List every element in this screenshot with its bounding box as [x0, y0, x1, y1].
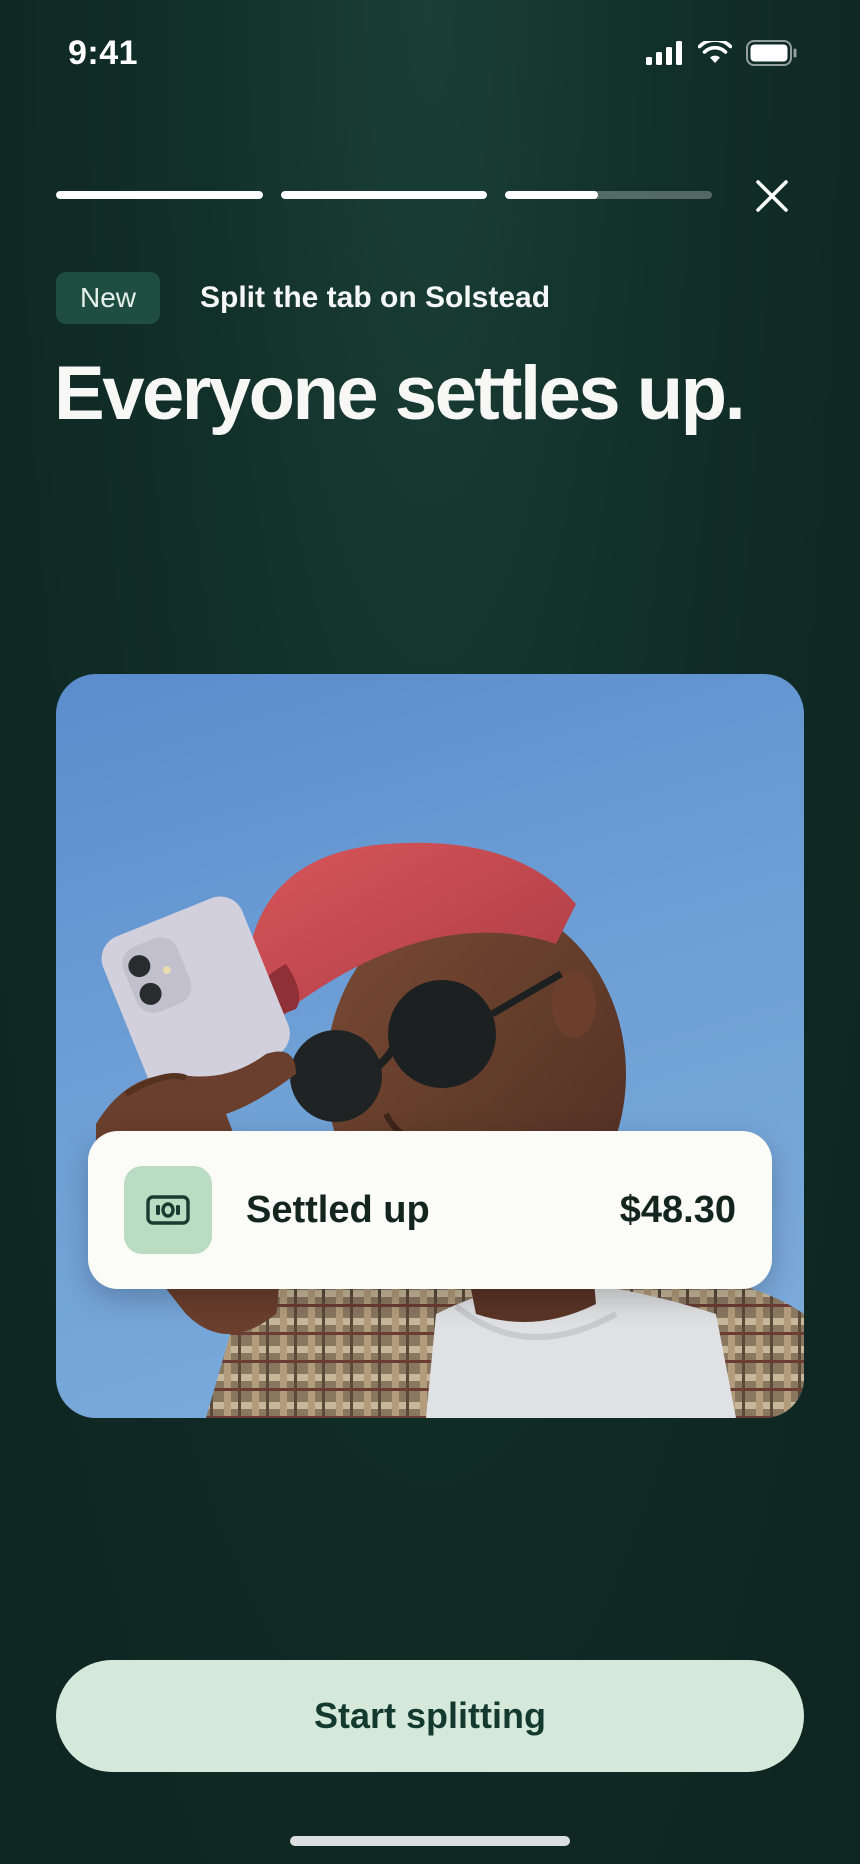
- progress-segment-2: [280, 191, 488, 199]
- settled-up-card: Settled up $48.30: [88, 1131, 772, 1289]
- status-time: 9:41: [68, 34, 139, 72]
- start-splitting-button[interactable]: Start splitting: [56, 1660, 804, 1772]
- progress-fill-2: [280, 191, 488, 199]
- badge-row: New Split the tab on Solstead: [56, 272, 550, 324]
- wifi-icon: [697, 38, 733, 70]
- progress-segment-3: [505, 191, 713, 199]
- signal-icon: [646, 41, 684, 70]
- cash-icon: [124, 1166, 212, 1254]
- person-with-phone-illustration: [56, 674, 804, 1418]
- close-icon: [756, 180, 788, 212]
- onboarding-screen: 9:41 New Split the tab on Solstead Every…: [0, 0, 860, 1864]
- kicker-text: Split the tab on Solstead: [200, 281, 551, 314]
- home-indicator: [290, 1836, 570, 1846]
- settled-label: Settled up: [246, 1188, 430, 1231]
- settled-amount: $48.30: [619, 1188, 736, 1231]
- hero-photo: [56, 674, 804, 1418]
- status-icons: [646, 38, 798, 71]
- new-badge: New: [56, 272, 161, 324]
- progress-fill-1: [56, 191, 263, 199]
- progress-segment-1: [56, 191, 263, 199]
- headline: Everyone settles up.: [54, 351, 746, 436]
- battery-icon: [746, 40, 798, 71]
- story-progress: [56, 191, 713, 199]
- progress-fill-3: [505, 191, 599, 199]
- close-button[interactable]: [748, 172, 796, 220]
